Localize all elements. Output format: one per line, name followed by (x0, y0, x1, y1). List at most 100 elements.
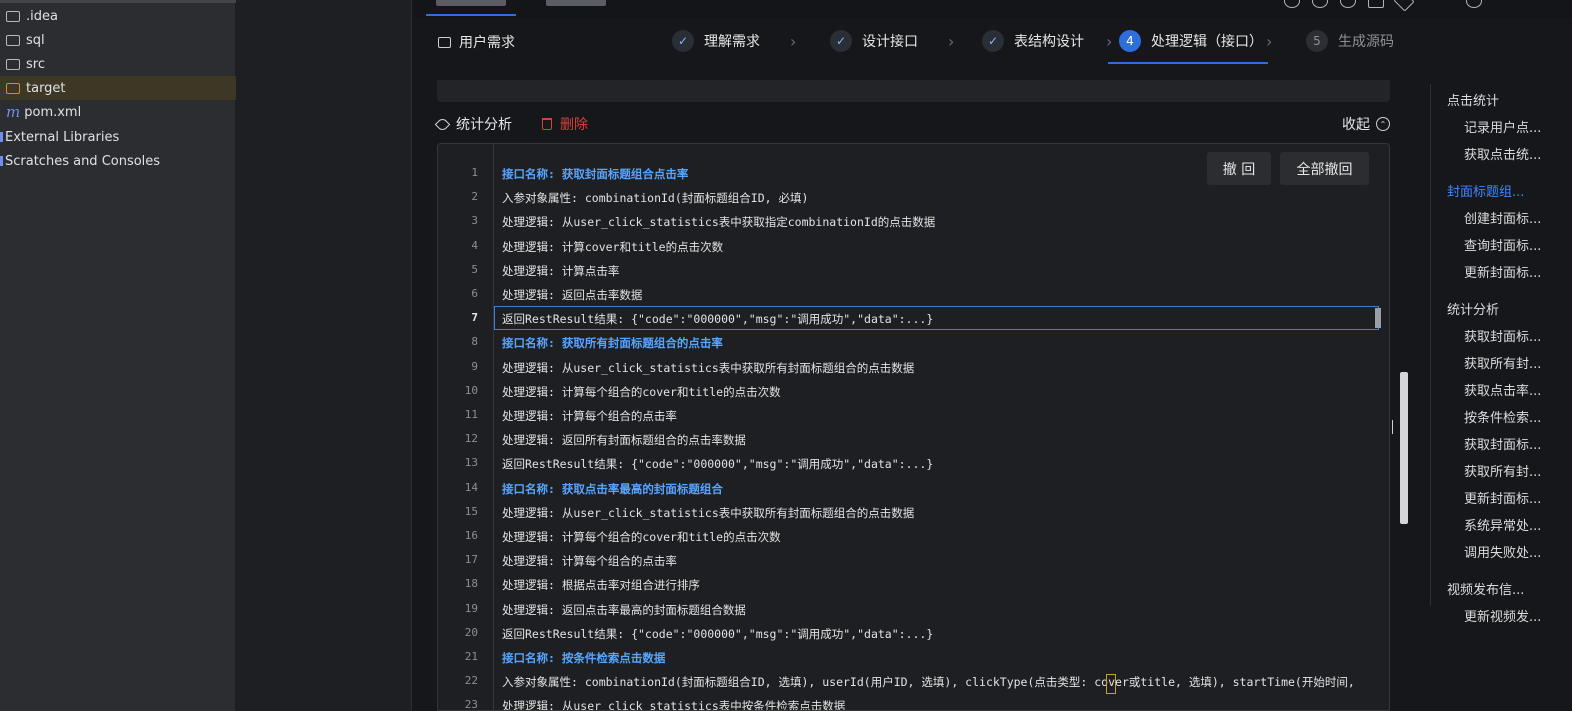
tab-label-cutoff[interactable] (546, 0, 606, 6)
outline-item[interactable]: 系统异常处... (1464, 515, 1541, 534)
editor-line[interactable]: 2 入参对象属性: combinationId(封面标题组合ID, 必填) (438, 185, 1389, 209)
step-number-badge: 4 (1119, 30, 1141, 52)
tree-item-label: src (26, 56, 45, 72)
line-text: 处理逻辑: 从user_click_statistics表中按条件检索点击数据 (502, 699, 846, 711)
toolbar-icon[interactable] (1368, 0, 1384, 8)
toolbar-icon[interactable] (1466, 0, 1482, 8)
line-number: 21 (464, 650, 478, 663)
outline-item[interactable]: 获取所有封... (1464, 353, 1541, 372)
delete-button[interactable]: 删除 (542, 114, 588, 134)
outline-item[interactable]: 点击统计 (1447, 90, 1499, 109)
line-text: 返回RestResult结果: {"code":"000000","msg":"… (502, 457, 934, 472)
outline-item[interactable]: 按条件检索... (1464, 407, 1541, 426)
line-text: 处理逻辑: 计算每个组合的cover和title的点击次数 (502, 384, 781, 399)
outline-item[interactable]: 获取封面标... (1464, 434, 1541, 453)
outline-item[interactable]: 更新封面标... (1464, 488, 1541, 507)
outline-item[interactable]: 统计分析 (1447, 299, 1499, 318)
step-design-interface[interactable]: ✓ 设计接口 (830, 30, 918, 52)
tree-item-target[interactable]: target (0, 76, 236, 100)
line-number: 5 (471, 262, 478, 276)
line-number: 7 (471, 311, 478, 325)
outline-item[interactable]: 封面标题组... (1447, 181, 1524, 200)
vertical-scrollbar[interactable] (1400, 372, 1408, 524)
line-text: 处理逻辑: 返回点击率数据 (502, 288, 643, 302)
editor-line[interactable]: 9 处理逻辑: 从user_click_statistics表中获取所有封面标题组… (438, 355, 1389, 379)
outline-item[interactable]: 获取点击统... (1464, 144, 1541, 163)
editor-line[interactable]: 23 处理逻辑: 从user_click_statistics表中按条件检索点击数… (438, 693, 1389, 711)
check-icon: ✓ (982, 30, 1004, 52)
check-icon: ✓ (830, 30, 852, 52)
tree-item-external-libraries[interactable]: External Libraries (0, 125, 236, 149)
line-text: 处理逻辑: 返回点击率最高的封面标题组合数据 (502, 602, 746, 617)
undo-button[interactable]: 撤 回 (1207, 152, 1271, 185)
plugin-main-panel: 用户需求 ✓ 理解需求 › ✓ 设计接口 › ✓ 表结构设计 › 4 处理逻辑（… (412, 0, 1572, 711)
toolbar-icon[interactable] (1284, 0, 1300, 8)
tab-bar (412, 0, 1572, 18)
editor-line[interactable]: 13 返回RestResult结果: {"code":"000000","msg"… (438, 451, 1389, 475)
editor-line[interactable]: 12 处理逻辑: 返回所有封面标题组合的点击率数据 (438, 427, 1389, 451)
folder-icon (6, 34, 20, 46)
line-text: 处理逻辑: 返回所有封面标题组合的点击率数据 (502, 433, 746, 448)
tree-item-src[interactable]: src (0, 52, 236, 76)
line-text: 返回RestResult结果: {"code":"000000","msg":"… (502, 626, 934, 641)
editor-line[interactable]: 4 处理逻辑: 计算cover和title的点击次数 (438, 234, 1389, 258)
editor-line[interactable]: 6 处理逻辑: 返回点击率数据 (438, 282, 1389, 306)
outline-item[interactable]: 记录用户点... (1464, 117, 1541, 136)
tree-item-pom[interactable]: m pom.xml (0, 100, 236, 124)
toolbar-icon[interactable] (1340, 0, 1356, 8)
line-number: 20 (464, 625, 478, 639)
scratch-icon (0, 156, 3, 166)
tree-item-scratches[interactable]: Scratches and Consoles (0, 149, 236, 173)
outline-item[interactable]: 视频发布信... (1447, 579, 1524, 598)
outline-item[interactable]: 获取所有封... (1464, 461, 1541, 480)
step-label: 表结构设计 (1014, 34, 1084, 50)
line-text: 接口名称: 获取所有封面标题组合的点击率 (502, 336, 723, 351)
step-table-design[interactable]: ✓ 表结构设计 (982, 30, 1084, 52)
editor-line[interactable]: 16 处理逻辑: 计算每个组合的cover和title的点击次数 (438, 524, 1389, 548)
editor-line[interactable]: 11 处理逻辑: 计算每个组合的点击率 (438, 403, 1389, 427)
tree-item-idea[interactable]: .idea (0, 4, 236, 28)
step-generate-source[interactable]: 5 生成源码 (1306, 30, 1394, 52)
editor-line[interactable]: 15 处理逻辑: 从user_click_statistics表中获取所有封面标题… (438, 500, 1389, 524)
outline-item[interactable]: 获取封面标... (1464, 326, 1541, 345)
outline-item[interactable]: 查询封面标... (1464, 235, 1541, 254)
logic-editor[interactable]: 1 接口名称: 获取封面标题组合点击率 2 入参对象属性: combinationId… (437, 143, 1390, 711)
line-number: 2 (471, 190, 478, 204)
undo-all-button[interactable]: 全部撤回 (1280, 152, 1369, 185)
collapse-button[interactable]: 收起 ⌃ (1342, 114, 1390, 134)
toolbar-icon[interactable] (1393, 0, 1415, 12)
editor-line[interactable]: 7 返回RestResult结果: {"code":"000000","msg":… (438, 306, 1389, 331)
toolbar-icon[interactable] (1312, 0, 1328, 8)
step-number-badge: 5 (1306, 30, 1328, 52)
chevron-up-icon: ⌃ (1376, 117, 1390, 131)
editor-line[interactable]: 20 返回RestResult结果: {"code":"000000","msg"… (438, 621, 1389, 645)
library-icon (0, 132, 3, 142)
editor-line[interactable]: 3 处理逻辑: 从user_click_statistics表中获取指定combi… (438, 209, 1389, 233)
editor-line[interactable]: 5 处理逻辑: 计算点击率 (438, 258, 1389, 282)
outline-item[interactable]: 更新视频发... (1464, 606, 1541, 625)
outline-item[interactable]: 获取点击率... (1464, 380, 1541, 399)
outline-item[interactable]: 调用失败处... (1464, 542, 1541, 561)
tab-label-cutoff (436, 0, 506, 6)
user-requirement-button[interactable]: 用户需求 (438, 32, 515, 52)
step-process-logic[interactable]: 4 处理逻辑（接口） (1119, 30, 1263, 52)
section-header: 统计分析 删除 收起 ⌃ (434, 112, 1390, 134)
line-text: 接口名称: 获取封面标题组合点击率 (502, 167, 689, 181)
editor-line[interactable]: 19 处理逻辑: 返回点击率最高的封面标题组合数据 (438, 597, 1389, 621)
line-number: 13 (464, 456, 478, 470)
editor-line[interactable]: 18 处理逻辑: 根据点击率对组合进行排序 (438, 572, 1389, 596)
line-text: 处理逻辑: 从user_click_statistics表中获取指定combin… (502, 215, 936, 230)
line-number: 4 (471, 238, 478, 252)
editor-line[interactable]: 21 接口名称: 按条件检索点击数据 (438, 645, 1389, 669)
tree-item-sql[interactable]: sql (0, 28, 236, 52)
match-highlight (1106, 674, 1116, 694)
step-understand-requirements[interactable]: ✓ 理解需求 (672, 30, 760, 52)
editor-line[interactable]: 17 处理逻辑: 计算每个组合的点击率 (438, 548, 1389, 572)
outline-item[interactable]: 更新封面标... (1464, 262, 1541, 281)
line-number: 10 (464, 383, 478, 397)
outline-item[interactable]: 创建封面标... (1464, 208, 1541, 227)
editor-line[interactable]: 14 接口名称: 获取点击率最高的封面标题组合 (438, 476, 1389, 500)
editor-line[interactable]: 22 入参对象属性: combinationId(封面标题组合ID, 选填), u… (438, 669, 1389, 693)
editor-line[interactable]: 10 处理逻辑: 计算每个组合的cover和title的点击次数 (438, 379, 1389, 403)
editor-line[interactable]: 8 接口名称: 获取所有封面标题组合的点击率 (438, 330, 1389, 354)
